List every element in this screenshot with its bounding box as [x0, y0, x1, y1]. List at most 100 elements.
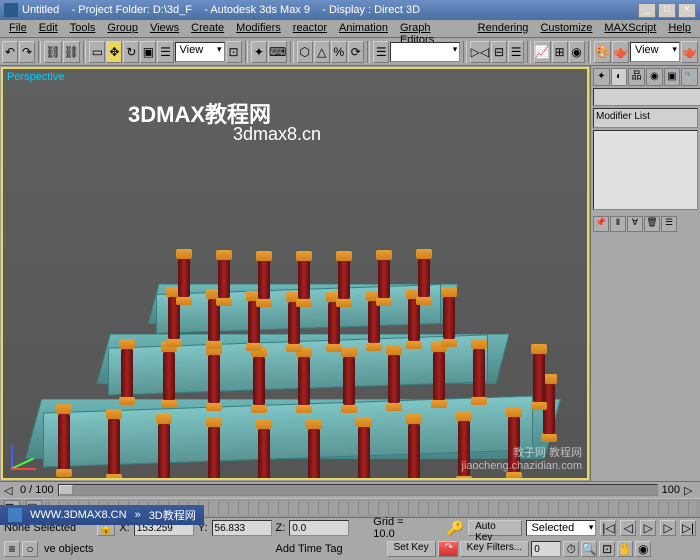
menu-maxscript[interactable]: MAXScript [598, 20, 662, 37]
scale-button[interactable]: ▣ [140, 41, 156, 63]
goto-end-button[interactable]: ▷| [680, 520, 696, 536]
angle-snap-button[interactable]: △ [314, 41, 330, 63]
unique-button[interactable]: ∀ [627, 216, 643, 232]
align-button[interactable]: ⊟ [491, 41, 507, 63]
y-coord-input[interactable] [212, 520, 272, 536]
goto-start-button[interactable]: |◁ [600, 520, 616, 536]
z-coord-input[interactable] [289, 520, 349, 536]
watermark-url: 3dmax8.cn [233, 124, 321, 145]
menu-animation[interactable]: Animation [333, 20, 394, 37]
menu-grapheditors[interactable]: Graph Editors [394, 20, 472, 37]
curve-editor-button[interactable]: 📈 [534, 41, 551, 63]
rotate-button[interactable]: ↻ [123, 41, 139, 63]
material-button[interactable]: ◉ [569, 41, 585, 63]
object-name-input[interactable] [593, 88, 700, 106]
named-sel-dropdown[interactable] [390, 42, 460, 62]
time-slider-row: ◁ 0 / 100 100 ▷ [0, 482, 700, 498]
menu-edit[interactable]: Edit [33, 20, 64, 37]
time-config-button[interactable]: ⏱ [563, 541, 579, 557]
timetag-label[interactable]: Add Time Tag [276, 543, 343, 555]
snap-button[interactable]: ⬡ [297, 41, 313, 63]
redo-button[interactable]: ↷ [19, 41, 35, 63]
zoom-all-button[interactable]: ⊡ [599, 541, 615, 557]
layers-button[interactable]: ☰ [508, 41, 524, 63]
keyfilters-button[interactable]: Key Filters... [460, 541, 530, 557]
grid-label: Grid = 10.0 [373, 516, 427, 540]
menu-file[interactable]: File [3, 20, 33, 37]
move-button[interactable]: ✥ [106, 41, 122, 63]
menubar: File Edit Tools Group Views Create Modif… [0, 20, 700, 38]
modify-tab[interactable]: ◐ [611, 68, 628, 86]
script-button[interactable]: ≡ [4, 541, 20, 557]
create-tab[interactable]: ✦ [593, 68, 610, 86]
mirror-button[interactable]: ▷◁ [470, 41, 490, 63]
remove-mod-button[interactable]: 🗑 [644, 216, 660, 232]
close-button[interactable]: × [678, 3, 696, 18]
source-url-bar: WWW.3DMAX8.CN » 3D教程网 [0, 505, 204, 525]
undo-button[interactable]: ↶ [2, 41, 18, 63]
prev-frame-button[interactable]: ◁ [620, 520, 636, 536]
play-button[interactable]: ▷ [640, 520, 656, 536]
menu-reactor[interactable]: reactor [287, 20, 333, 37]
autokey-button[interactable]: Auto Key [468, 520, 522, 536]
app-icon [4, 3, 18, 17]
time-slider[interactable] [58, 484, 658, 496]
modifier-stack[interactable] [593, 130, 698, 210]
scene-3d: 3DMAX教程网 3dmax8.cn 教子网 教程网jiaocheng.chaz… [3, 69, 587, 478]
refcoord-dropdown[interactable]: View [175, 42, 225, 62]
setkey-button[interactable]: Set Key [387, 541, 436, 557]
arc-rotate-button[interactable]: ◉ [635, 541, 651, 557]
unlink-button[interactable]: ⛓ [63, 41, 80, 63]
prompt-button[interactable]: ○ [22, 541, 38, 557]
select-name-button[interactable]: ☰ [157, 41, 173, 63]
minimize-button[interactable]: _ [638, 3, 656, 18]
titlebar: Untitled - Project Folder: D:\3d_F - Aut… [0, 0, 700, 20]
modifier-list-dropdown[interactable]: Modifier List [593, 108, 698, 128]
menu-rendering[interactable]: Rendering [472, 20, 535, 37]
menu-create[interactable]: Create [185, 20, 230, 37]
keymode-dropdown[interactable]: Selected [526, 520, 596, 536]
motion-tab[interactable]: ◉ [646, 68, 663, 86]
watermark-corner: 教子网 教程网jiaocheng.chazidian.com [462, 447, 582, 473]
manipulate-button[interactable]: ✦ [251, 41, 267, 63]
menu-modifiers[interactable]: Modifiers [230, 20, 287, 37]
hierarchy-tab[interactable]: 品 [628, 68, 645, 86]
command-panel: ✦ ◐ 品 ◉ ▣ 🔧 Modifier List 📌 Ⅱ ∀ 🗑 ☰ [590, 66, 700, 481]
key-icon[interactable]: 🔑 [447, 520, 464, 537]
show-result-button[interactable]: Ⅱ [610, 216, 626, 232]
next-frame-button[interactable]: ▷ [660, 520, 676, 536]
select-button[interactable]: ▭ [89, 41, 105, 63]
maximize-button[interactable]: □ [658, 3, 676, 18]
window-title: Untitled - Project Folder: D:\3d_F - Aut… [22, 4, 638, 16]
utilities-tab[interactable]: 🔧 [681, 68, 698, 86]
render-preset-dropdown[interactable]: View [630, 42, 680, 62]
viewport-label: Perspective [7, 71, 64, 83]
zoom-button[interactable]: 🔍 [581, 541, 597, 557]
pin-stack-button[interactable]: 📌 [593, 216, 609, 232]
schematic-button[interactable]: ⊞ [552, 41, 568, 63]
spinner-snap-button[interactable]: ⟳ [348, 41, 364, 63]
menu-tools[interactable]: Tools [64, 20, 102, 37]
menu-group[interactable]: Group [101, 20, 144, 37]
keyboard-button[interactable]: ⌨ [268, 41, 287, 63]
display-tab[interactable]: ▣ [664, 68, 681, 86]
menu-help[interactable]: Help [662, 20, 697, 37]
pan-button[interactable]: ✋ [617, 541, 633, 557]
percent-snap-button[interactable]: % [331, 41, 347, 63]
render-button[interactable]: 🫖 [681, 41, 698, 63]
menu-views[interactable]: Views [144, 20, 185, 37]
pivot-button[interactable]: ⊡ [226, 41, 242, 63]
prompt-text: ve objects [44, 543, 94, 555]
setkey-large-button[interactable]: ↷ [438, 541, 458, 557]
menu-customize[interactable]: Customize [534, 20, 598, 37]
current-frame-input[interactable] [531, 541, 561, 557]
viewport-perspective[interactable]: Perspective 3DMAX教程网 3dmax8.cn 教子网 教程网ji… [1, 67, 589, 480]
named-sel-button[interactable]: ☰ [373, 41, 389, 63]
configure-button[interactable]: ☰ [661, 216, 677, 232]
quick-render-button[interactable]: 🫖 [612, 41, 629, 63]
link-button[interactable]: ⛓ [44, 41, 61, 63]
main-toolbar: ↶ ↷ ⛓ ⛓ ▭ ✥ ↻ ▣ ☰ View ⊡ ✦ ⌨ ⬡ △ % ⟳ ☰ ▷… [0, 38, 700, 66]
render-scene-button[interactable]: 🎨 [594, 41, 611, 63]
globe-icon [8, 508, 22, 522]
frame-display: 0 / 100 [20, 484, 54, 496]
